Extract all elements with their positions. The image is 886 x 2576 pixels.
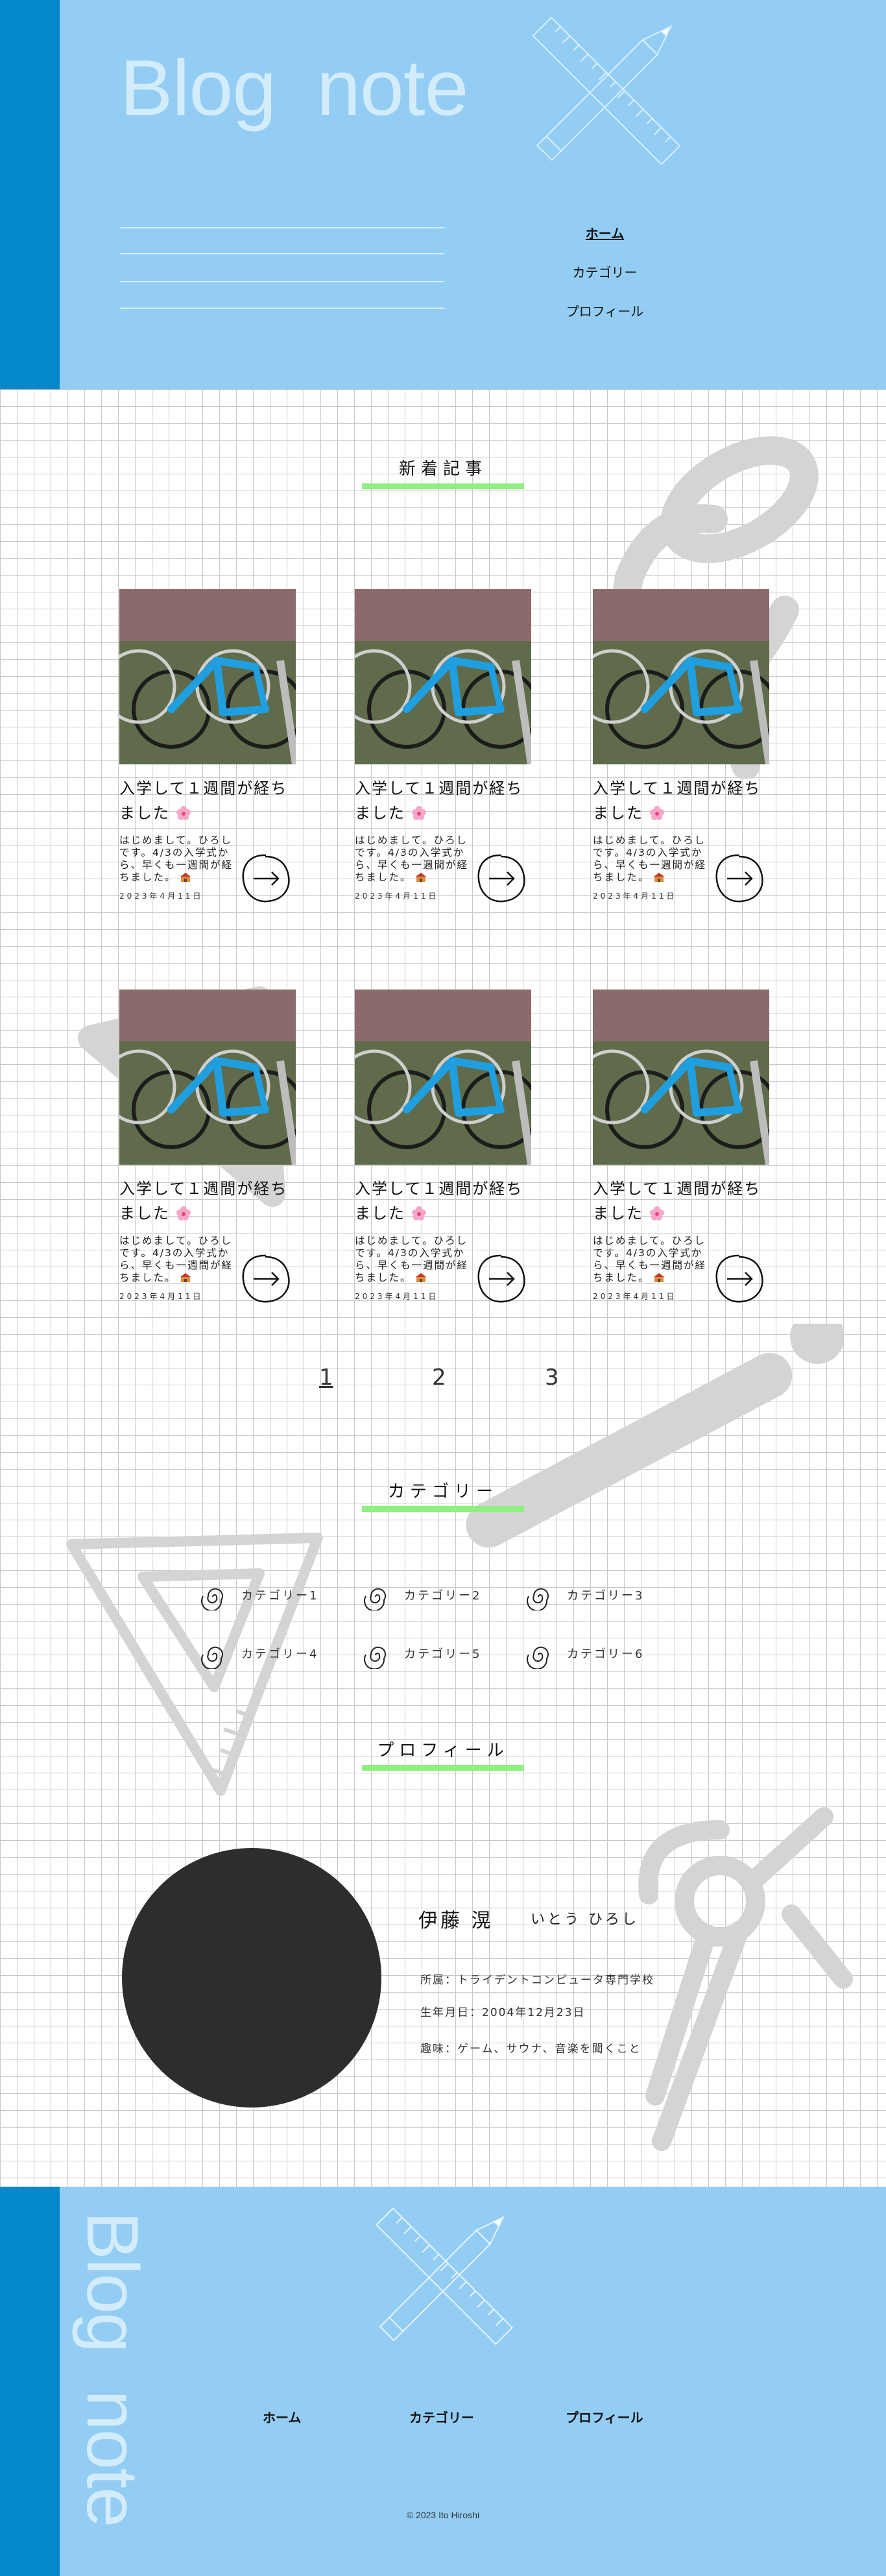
post-title[interactable]: 入学して１週間が経ちました xyxy=(355,1180,523,1222)
post-excerpt: はじめまして。ひろしです。4/3の入学式から、早くも一週間が経ちました。 xyxy=(119,834,233,883)
school-icon xyxy=(654,1273,665,1282)
school-icon xyxy=(654,873,665,882)
new-posts-heading: 新着記事 xyxy=(362,456,524,489)
post-title[interactable]: 入学して１週間が経ちました xyxy=(593,1180,761,1222)
footer-category-link[interactable]: カテゴリー xyxy=(409,2407,474,2426)
footer-home-link[interactable]: ホーム xyxy=(263,2407,301,2426)
categories-heading: カテゴリー xyxy=(362,1478,524,1512)
profile-affiliation: 所属：トライデントコンピュータ専門学校 xyxy=(420,1974,654,1987)
profile-hobby: 趣味：ゲーム、サウナ、音楽を聞くこと xyxy=(420,2043,641,2056)
compass-icon xyxy=(638,1807,853,2151)
category-label[interactable]: カテゴリー3 xyxy=(567,1589,644,1603)
post-excerpt: はじめまして。ひろしです。4/3の入学式から、早くも一週間が経ちました。 xyxy=(593,1235,707,1283)
nav-profile-link[interactable]: プロフィール xyxy=(564,302,645,341)
heading-underline xyxy=(362,483,524,489)
arrow-right-icon[interactable] xyxy=(475,852,528,905)
post-excerpt: はじめまして。ひろしです。4/3の入学式から、早くも一週間が経ちました。 xyxy=(355,1235,469,1283)
category-item[interactable]: カテゴリー6 xyxy=(527,1642,644,1669)
post-excerpt: はじめまして。ひろしです。4/3の入学式から、早くも一週間が経ちました。 xyxy=(355,834,469,883)
school-icon xyxy=(416,873,427,882)
pen-icon xyxy=(466,1324,843,1548)
bicycle-photo xyxy=(355,990,531,1165)
category-item[interactable]: カテゴリー5 xyxy=(364,1642,481,1669)
heading-underline xyxy=(362,1765,524,1771)
header-rule xyxy=(120,253,444,254)
school-icon xyxy=(180,873,191,882)
post-card[interactable]: 入学して１週間が経ちました はじめまして。ひろしです。4/3の入学式から、早くも… xyxy=(355,990,531,1303)
arrow-right-icon[interactable] xyxy=(475,1252,528,1306)
avatar xyxy=(122,1848,381,2108)
header-nav: ホーム カテゴリー プロフィール xyxy=(564,224,645,341)
header-rule xyxy=(120,281,444,282)
school-icon xyxy=(180,1273,191,1282)
post-title[interactable]: 入学して１週間が経ちました xyxy=(355,779,523,822)
spiral-icon xyxy=(364,1588,386,1610)
page-link-1[interactable]: 1 xyxy=(319,1365,333,1391)
spiral-icon xyxy=(364,1646,386,1669)
category-label[interactable]: カテゴリー5 xyxy=(404,1647,481,1661)
post-card[interactable]: 入学して１週間が経ちました はじめまして。ひろしです。4/3の入学式から、早くも… xyxy=(119,589,296,903)
profile-heading: プロフィール xyxy=(362,1737,524,1771)
profile-birthday: 生年月日：2004年12月23日 xyxy=(420,2006,586,2019)
cherry-blossom-icon xyxy=(649,806,664,820)
bicycle-photo xyxy=(355,589,531,764)
category-label[interactable]: カテゴリー2 xyxy=(404,1589,481,1603)
bicycle-photo xyxy=(119,990,296,1165)
new-posts-title: 新着記事 xyxy=(398,459,487,479)
category-label[interactable]: カテゴリー4 xyxy=(241,1647,318,1661)
post-title[interactable]: 入学して１週間が経ちました xyxy=(119,1180,287,1222)
site-header: Blog note ホーム カテゴリー プロフィール xyxy=(0,0,886,389)
arrow-right-icon[interactable] xyxy=(713,1252,766,1306)
cherry-blossom-icon xyxy=(176,806,191,820)
page-link-2[interactable]: 2 xyxy=(432,1365,446,1391)
header-rule xyxy=(120,227,444,228)
bicycle-photo xyxy=(593,589,769,764)
post-excerpt: はじめまして。ひろしです。4/3の入学式から、早くも一週間が経ちました。 xyxy=(119,1235,233,1283)
page-link-3[interactable]: 3 xyxy=(545,1365,559,1391)
category-item[interactable]: カテゴリー3 xyxy=(527,1583,644,1610)
bicycle-photo xyxy=(119,589,296,764)
spiral-icon xyxy=(527,1588,549,1610)
post-excerpt: はじめまして。ひろしです。4/3の入学式から、早くも一週間が経ちました。 xyxy=(593,834,707,883)
site-footer: Blog note ホーム カテゴリー プロフィール © 2023 Ito Hi… xyxy=(0,2187,886,2576)
post-card[interactable]: 入学して１週間が経ちました はじめまして。ひろしです。4/3の入学式から、早くも… xyxy=(355,589,531,903)
categories-title: カテゴリー xyxy=(387,1482,498,1501)
cherry-blossom-icon xyxy=(649,1206,664,1221)
category-item[interactable]: カテゴリー2 xyxy=(364,1583,481,1610)
arrow-right-icon[interactable] xyxy=(239,852,293,905)
profile-name: 伊藤 滉 xyxy=(418,1910,494,1932)
header-rule xyxy=(120,308,444,309)
arrow-right-icon[interactable] xyxy=(239,1252,293,1306)
spiral-icon xyxy=(201,1588,223,1610)
copyright: © 2023 Ito Hiroshi xyxy=(406,2510,480,2520)
nav-home-link[interactable]: ホーム xyxy=(564,224,645,263)
cherry-blossom-icon xyxy=(176,1206,191,1221)
school-icon xyxy=(416,1273,427,1282)
header-accent-strip xyxy=(0,0,60,389)
profile-kana: いとう ひろし xyxy=(531,1912,639,1928)
post-card[interactable]: 入学して１週間が経ちました はじめまして。ひろしです。4/3の入学式から、早くも… xyxy=(593,990,769,1303)
cherry-blossom-icon xyxy=(411,1206,426,1221)
post-title[interactable]: 入学して１週間が経ちました xyxy=(593,779,761,822)
cherry-blossom-icon xyxy=(411,806,426,820)
category-label[interactable]: カテゴリー6 xyxy=(567,1647,644,1661)
heading-underline xyxy=(362,1506,524,1512)
category-item[interactable]: カテゴリー1 xyxy=(201,1583,318,1610)
bicycle-photo xyxy=(593,990,769,1165)
post-title[interactable]: 入学して１週間が経ちました xyxy=(119,779,287,822)
post-card[interactable]: 入学して１週間が経ちました はじめまして。ひろしです。4/3の入学式から、早くも… xyxy=(593,589,769,903)
ruler-pencil-icon xyxy=(375,2207,514,2346)
nav-category-link[interactable]: カテゴリー xyxy=(564,263,645,302)
spiral-icon xyxy=(201,1646,223,1669)
ruler-pencil-icon xyxy=(532,16,681,165)
spiral-icon xyxy=(527,1646,549,1669)
category-label[interactable]: カテゴリー1 xyxy=(241,1589,318,1603)
footer-logo[interactable]: Blog note xyxy=(72,2211,154,2549)
category-item[interactable]: カテゴリー4 xyxy=(201,1642,318,1669)
site-logo[interactable]: Blog note xyxy=(120,42,469,133)
post-card[interactable]: 入学して１週間が経ちました はじめまして。ひろしです。4/3の入学式から、早くも… xyxy=(119,990,296,1303)
profile-title: プロフィール xyxy=(377,1741,509,1760)
footer-profile-link[interactable]: プロフィール xyxy=(566,2407,643,2426)
arrow-right-icon[interactable] xyxy=(713,852,766,905)
